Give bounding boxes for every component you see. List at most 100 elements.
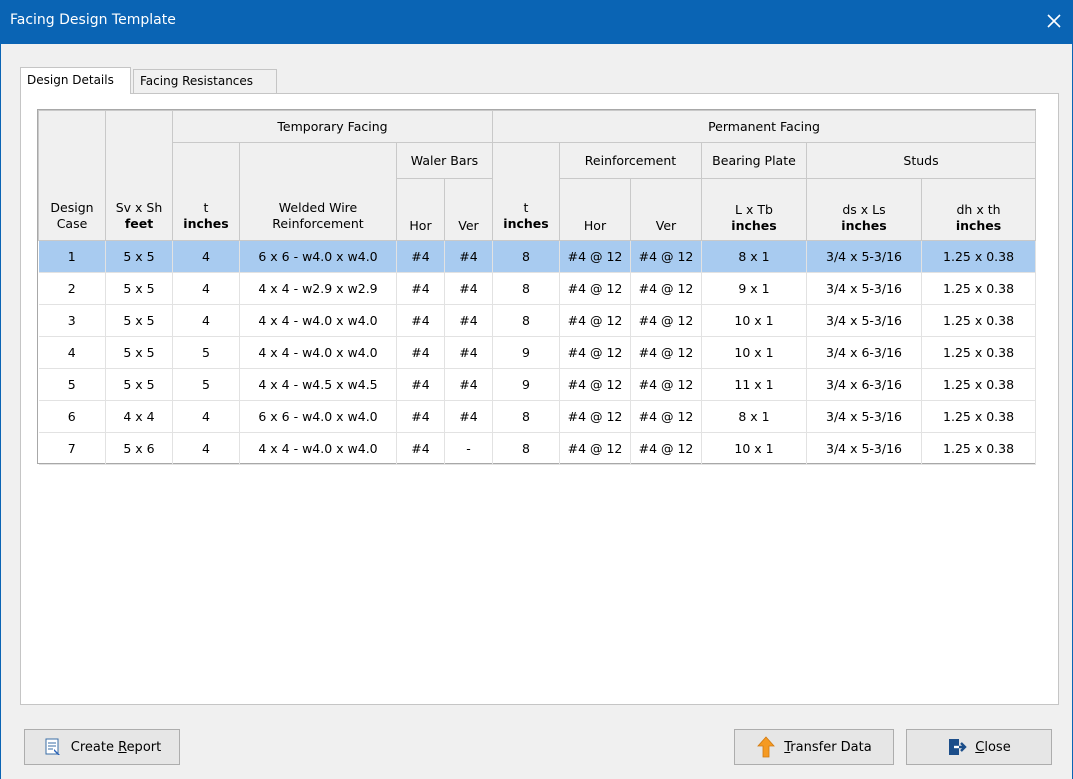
cell-perm-t[interactable]: 9 xyxy=(492,336,560,369)
cell-reinf-hor[interactable]: #4 @ 12 xyxy=(559,272,631,305)
cell-stud-dh-th[interactable]: 1.25 x 0.38 xyxy=(921,336,1037,369)
cell-reinf-hor[interactable]: #4 @ 12 xyxy=(559,304,631,337)
cell-plate-size[interactable]: 8 x 1 xyxy=(701,400,807,433)
cell-plate-size[interactable]: 9 x 1 xyxy=(701,272,807,305)
cell-waler-ver[interactable]: #4 xyxy=(444,368,493,401)
cell-temp-t[interactable]: 4 xyxy=(172,240,240,273)
cell-reinf-hor[interactable]: #4 @ 12 xyxy=(559,240,631,273)
cell-stud-dh-th[interactable]: 1.25 x 0.38 xyxy=(921,400,1037,433)
cell-waler-hor[interactable]: #4 xyxy=(396,272,445,305)
transfer-data-button[interactable]: Transfer Data xyxy=(734,729,894,765)
cell-waler-hor[interactable]: #4 xyxy=(396,432,445,465)
cell-welded-wire[interactable]: 4 x 4 - w4.0 x w4.0 xyxy=(239,432,397,465)
table-row[interactable]: 25 x 544 x 4 - w2.9 x w2.9 #4 #4 8 #4 @ 12 #4… xyxy=(38,272,1037,305)
table-row[interactable]: 75 x 644 x 4 - w4.0 x w4.0 #4-8 #4 @ 12 #4 … xyxy=(38,432,1037,465)
cell-stud-ds-ls[interactable]: 3/4 x 5-3/16 xyxy=(806,240,922,273)
tab-facing-resistances[interactable]: Facing Resistances xyxy=(133,69,277,93)
cell-design-case[interactable]: 7 xyxy=(38,432,106,465)
cell-waler-hor[interactable]: #4 xyxy=(396,336,445,369)
cell-plate-size[interactable]: 10 x 1 xyxy=(701,336,807,369)
cell-waler-ver[interactable]: #4 xyxy=(444,272,493,305)
window-close-button[interactable] xyxy=(1041,8,1067,34)
cell-stud-ds-ls[interactable]: 3/4 x 6-3/16 xyxy=(806,368,922,401)
cell-plate-size[interactable]: 11 x 1 xyxy=(701,368,807,401)
cell-temp-t[interactable]: 5 xyxy=(172,368,240,401)
cell-temp-t[interactable]: 4 xyxy=(172,272,240,305)
design-cases-grid[interactable]: Design Case Sv x Sh feet Temporary Facin… xyxy=(37,109,1037,465)
cell-stud-ds-ls[interactable]: 3/4 x 5-3/16 xyxy=(806,400,922,433)
cell-waler-ver[interactable]: #4 xyxy=(444,240,493,273)
cell-welded-wire[interactable]: 6 x 6 - w4.0 x w4.0 xyxy=(239,400,397,433)
cell-plate-size[interactable]: 8 x 1 xyxy=(701,240,807,273)
cell-reinf-ver[interactable]: #4 @ 12 xyxy=(630,336,702,369)
cell-waler-hor[interactable]: #4 xyxy=(396,400,445,433)
cell-welded-wire[interactable]: 4 x 4 - w4.0 x w4.0 xyxy=(239,336,397,369)
cell-design-case[interactable]: 6 xyxy=(38,400,106,433)
cell-reinf-ver[interactable]: #4 @ 12 xyxy=(630,368,702,401)
cell-waler-hor[interactable]: #4 xyxy=(396,368,445,401)
cell-design-case[interactable]: 4 xyxy=(38,336,106,369)
cell-waler-hor[interactable]: #4 xyxy=(396,240,445,273)
cell-reinf-ver[interactable]: #4 @ 12 xyxy=(630,272,702,305)
cell-perm-t[interactable]: 8 xyxy=(492,272,560,305)
tab-design-details[interactable]: Design Details xyxy=(20,67,131,94)
cell-perm-t[interactable]: 8 xyxy=(492,240,560,273)
cell-welded-wire[interactable]: 4 x 4 - w4.5 x w4.5 xyxy=(239,368,397,401)
cell-sv-sh[interactable]: 5 x 5 xyxy=(105,240,173,273)
table-row[interactable]: 45 x 554 x 4 - w4.0 x w4.0 #4 #4 9 #4 @ 12 #4… xyxy=(38,336,1037,369)
cell-design-case[interactable]: 3 xyxy=(38,304,106,337)
cell-plate-size[interactable]: 10 x 1 xyxy=(701,304,807,337)
cell-welded-wire[interactable]: 4 x 4 - w2.9 x w2.9 xyxy=(239,272,397,305)
cell-sv-sh[interactable]: 5 x 6 xyxy=(105,432,173,465)
cell-sv-sh[interactable]: 5 x 5 xyxy=(105,336,173,369)
cell-sv-sh[interactable]: 5 x 5 xyxy=(105,272,173,305)
window-frame-left xyxy=(0,44,1,779)
cell-temp-t[interactable]: 4 xyxy=(172,432,240,465)
cell-perm-t[interactable]: 8 xyxy=(492,304,560,337)
cell-stud-dh-th[interactable]: 1.25 x 0.38 xyxy=(921,240,1037,273)
cell-stud-ds-ls[interactable]: 3/4 x 5-3/16 xyxy=(806,304,922,337)
cell-perm-t[interactable]: 8 xyxy=(492,400,560,433)
cell-reinf-ver[interactable]: #4 @ 12 xyxy=(630,432,702,465)
cell-waler-ver[interactable]: - xyxy=(444,432,493,465)
cell-perm-t[interactable]: 9 xyxy=(492,368,560,401)
cell-reinf-hor[interactable]: #4 @ 12 xyxy=(559,432,631,465)
cell-reinf-ver[interactable]: #4 @ 12 xyxy=(630,304,702,337)
cell-stud-dh-th[interactable]: 1.25 x 0.38 xyxy=(921,304,1037,337)
cell-sv-sh[interactable]: 5 x 5 xyxy=(105,368,173,401)
cell-plate-size[interactable]: 10 x 1 xyxy=(701,432,807,465)
cell-stud-ds-ls[interactable]: 3/4 x 5-3/16 xyxy=(806,432,922,465)
cell-stud-dh-th[interactable]: 1.25 x 0.38 xyxy=(921,432,1037,465)
cell-perm-t[interactable]: 8 xyxy=(492,432,560,465)
cell-reinf-hor[interactable]: #4 @ 12 xyxy=(559,336,631,369)
cell-sv-sh[interactable]: 4 x 4 xyxy=(105,400,173,433)
cell-sv-sh[interactable]: 5 x 5 xyxy=(105,304,173,337)
cell-stud-dh-th[interactable]: 1.25 x 0.38 xyxy=(921,272,1037,305)
cell-welded-wire[interactable]: 4 x 4 - w4.0 x w4.0 xyxy=(239,304,397,337)
cell-temp-t[interactable]: 5 xyxy=(172,336,240,369)
create-report-button[interactable]: Create Report xyxy=(24,729,180,765)
cell-waler-ver[interactable]: #4 xyxy=(444,400,493,433)
cell-reinf-hor[interactable]: #4 @ 12 xyxy=(559,368,631,401)
cell-welded-wire[interactable]: 6 x 6 - w4.0 x w4.0 xyxy=(239,240,397,273)
header-design-case-line1: Design xyxy=(50,200,94,215)
cell-design-case[interactable]: 1 xyxy=(38,240,106,273)
cell-reinf-ver[interactable]: #4 @ 12 xyxy=(630,240,702,273)
cell-stud-dh-th[interactable]: 1.25 x 0.38 xyxy=(921,368,1037,401)
table-row[interactable]: 35 x 544 x 4 - w4.0 x w4.0 #4 #4 8 #4 @ 12 #4… xyxy=(38,304,1037,337)
table-row[interactable]: 15 x 546 x 6 - w4.0 x w4.0 #4 #4 8 #4 @ 12 #4… xyxy=(38,240,1037,273)
cell-waler-ver[interactable]: #4 xyxy=(444,336,493,369)
cell-stud-ds-ls[interactable]: 3/4 x 5-3/16 xyxy=(806,272,922,305)
cell-reinf-hor[interactable]: #4 @ 12 xyxy=(559,400,631,433)
cell-waler-ver[interactable]: #4 xyxy=(444,304,493,337)
cell-temp-t[interactable]: 4 xyxy=(172,400,240,433)
cell-temp-t[interactable]: 4 xyxy=(172,304,240,337)
cell-reinf-ver[interactable]: #4 @ 12 xyxy=(630,400,702,433)
table-row[interactable]: 55 x 554 x 4 - w4.5 x w4.5 #4 #4 9 #4 @ 12 #4… xyxy=(38,368,1037,401)
cell-design-case[interactable]: 5 xyxy=(38,368,106,401)
table-row[interactable]: 64 x 446 x 6 - w4.0 x w4.0 #4 #4 8 #4 @ 12 #4… xyxy=(38,400,1037,433)
cell-design-case[interactable]: 2 xyxy=(38,272,106,305)
cell-waler-hor[interactable]: #4 xyxy=(396,304,445,337)
cell-stud-ds-ls[interactable]: 3/4 x 6-3/16 xyxy=(806,336,922,369)
close-button[interactable]: Close xyxy=(906,729,1052,765)
